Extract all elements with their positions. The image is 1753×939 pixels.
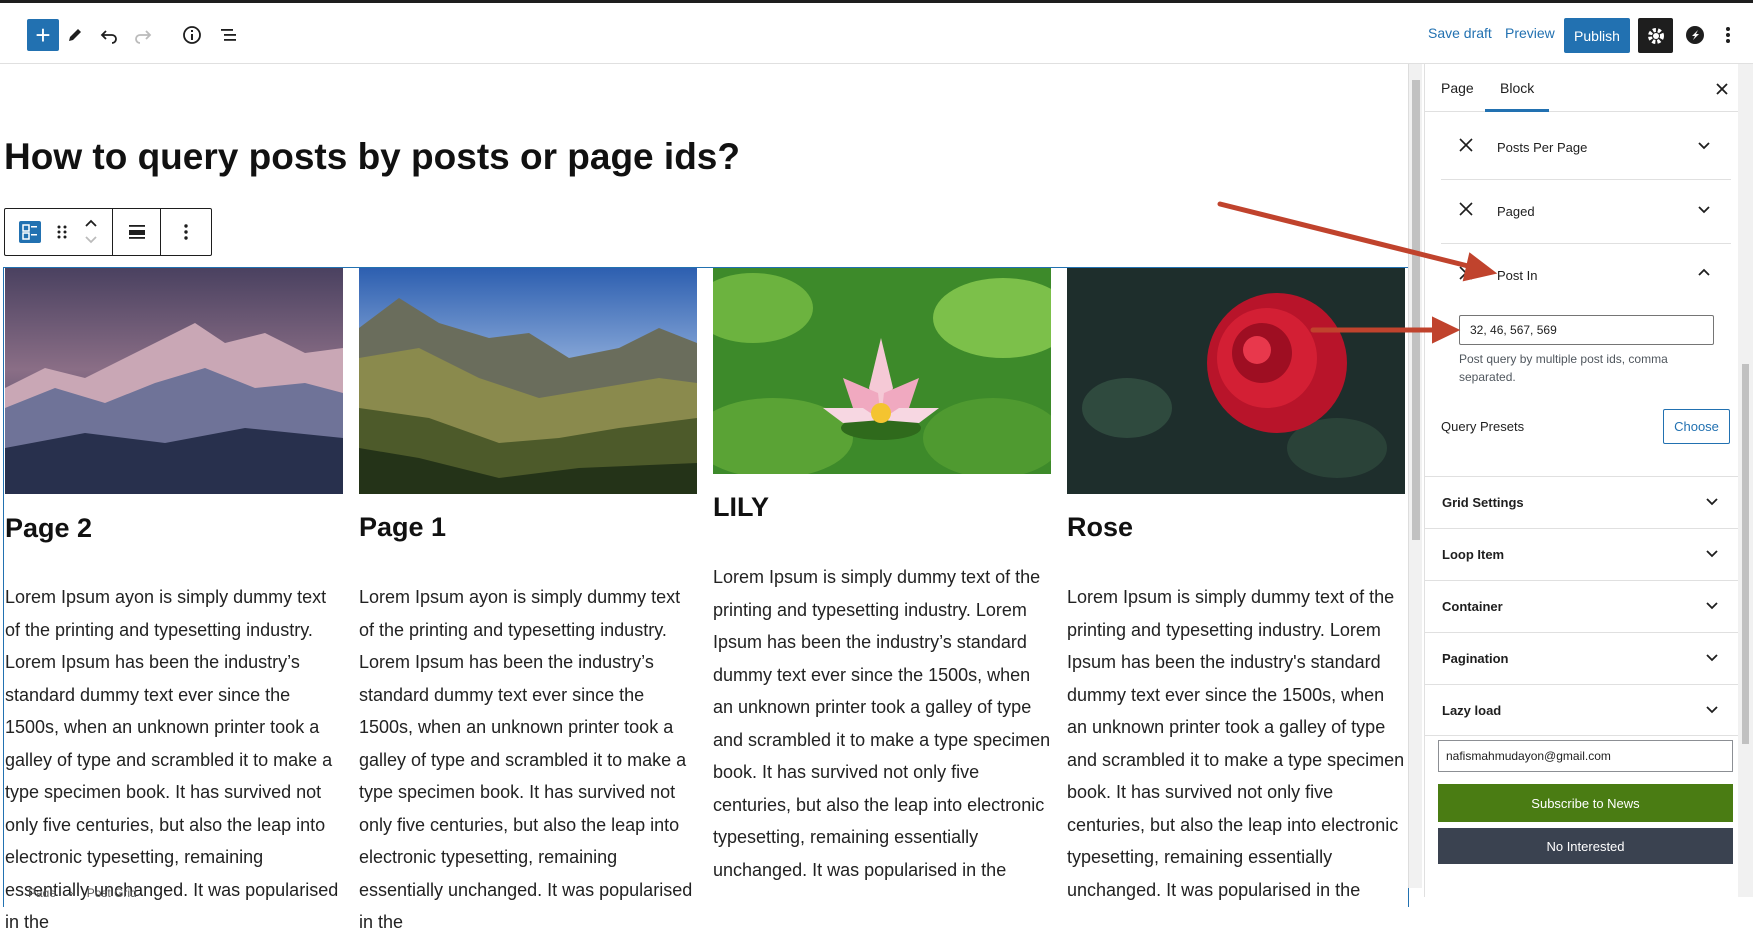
scrollbar-thumb[interactable] [1412, 80, 1420, 540]
chevron-down-icon[interactable] [1705, 650, 1719, 664]
add-block-button[interactable]: + [27, 19, 59, 51]
chevron-down-icon[interactable] [1697, 202, 1711, 216]
tab-page[interactable]: Page [1441, 80, 1474, 96]
chevron-down-icon[interactable] [1705, 702, 1719, 716]
sidebar-tabs: Page Block [1425, 64, 1753, 112]
block-toolbar [4, 208, 212, 256]
scrollbar-thumb[interactable] [1742, 364, 1749, 744]
post-excerpt: Lorem Ipsum is simply dummy text of the … [713, 567, 1051, 880]
remove-icon[interactable] [1457, 136, 1475, 154]
panel-grid-settings[interactable]: Grid Settings [1425, 476, 1739, 528]
query-arg-paged[interactable]: Paged [1441, 180, 1731, 244]
align-wide-icon [128, 225, 145, 239]
query-arg-post-in[interactable]: Post In [1441, 244, 1731, 308]
post-card: Rose Lorem Ipsum is simply dummy text of… [1067, 268, 1405, 900]
post-thumbnail[interactable] [359, 268, 697, 494]
remove-icon[interactable] [1457, 264, 1475, 282]
settings-gear-button[interactable] [1638, 18, 1673, 53]
chevron-down-icon[interactable] [1705, 598, 1719, 612]
publish-button[interactable]: Publish [1564, 18, 1630, 53]
gear-icon [1647, 27, 1664, 44]
info-icon[interactable] [176, 19, 208, 51]
post-thumbnail[interactable] [1067, 268, 1405, 494]
post-grid-block-icon[interactable] [18, 221, 41, 243]
close-icon[interactable] [1715, 82, 1729, 96]
breadcrumb-separator: › [69, 886, 74, 897]
breadcrumb-item-post-grid[interactable]: Post Grid [87, 886, 137, 897]
choose-preset-button[interactable]: Choose [1663, 409, 1730, 444]
post-in-help-text: Post query by multiple post ids, comma s… [1459, 352, 1668, 384]
block-type-group [5, 209, 113, 255]
email-field[interactable]: nafismahmudayon@gmail.com [1438, 740, 1733, 772]
post-excerpt: Lorem Ipsum ayon is simply dummy text of… [5, 587, 339, 932]
editor-top-bar: + Save draft Preview Publish [0, 0, 1753, 64]
undo-icon[interactable] [93, 19, 125, 51]
panel-title: Loop Item [1442, 547, 1505, 562]
drag-handle-icon[interactable] [56, 223, 68, 241]
panel-pagination[interactable]: Pagination [1425, 632, 1739, 684]
query-arg-label: Posts Per Page [1497, 140, 1588, 155]
panel-lazy-load[interactable]: Lazy load [1425, 684, 1739, 736]
post-thumbnail[interactable] [713, 268, 1051, 474]
post-card: Page 1 Lorem Ipsum ayon is simply dummy … [359, 268, 697, 932]
pencil-icon[interactable] [59, 19, 91, 51]
panel-title: Lazy load [1442, 703, 1502, 718]
post-grid[interactable]: Page 2 Lorem Ipsum ayon is simply dummy … [3, 267, 1409, 932]
page-title[interactable]: How to query posts by posts or page ids? [4, 136, 740, 178]
post-thumbnail[interactable] [5, 268, 343, 494]
active-tab-indicator [1485, 109, 1549, 112]
query-arg-label: Post In [1497, 268, 1538, 283]
post-excerpt: Lorem Ipsum is simply dummy text of the … [1067, 587, 1405, 900]
panel-container[interactable]: Container [1425, 580, 1739, 632]
post-title[interactable]: Rose [1067, 512, 1133, 543]
post-card: Page 2 Lorem Ipsum ayon is simply dummy … [5, 268, 343, 932]
chevron-up-icon[interactable] [1697, 266, 1711, 280]
list-view-icon[interactable] [213, 19, 245, 51]
remove-icon[interactable] [1457, 200, 1475, 218]
post-title[interactable]: Page 1 [359, 512, 446, 543]
block-options-button[interactable] [161, 209, 211, 255]
panel-title: Grid Settings [1442, 495, 1524, 510]
panel-title: Container [1442, 599, 1503, 614]
no-interest-button[interactable]: No Interested [1438, 828, 1733, 864]
canvas-scrollbar[interactable] [1408, 64, 1422, 888]
redo-icon[interactable] [127, 19, 159, 51]
post-excerpt: Lorem Ipsum ayon is simply dummy text of… [359, 587, 693, 932]
chevron-down-icon[interactable] [1705, 546, 1719, 560]
plugin-icon[interactable] [1679, 19, 1711, 51]
breadcrumb-item-page[interactable]: Page [28, 886, 56, 897]
query-presets-label: Query Presets [1441, 419, 1525, 434]
preview-button[interactable]: Preview [1505, 25, 1555, 41]
save-draft-button[interactable]: Save draft [1428, 25, 1492, 41]
subscribe-button[interactable]: Subscribe to News [1438, 784, 1733, 822]
post-card: LILY Lorem Ipsum is simply dummy text of… [713, 268, 1051, 880]
post-title[interactable]: Page 2 [5, 513, 92, 544]
post-title[interactable]: LILY [713, 492, 769, 523]
chevron-down-icon[interactable] [1705, 494, 1719, 508]
post-in-input[interactable]: 32, 46, 567, 569 [1459, 315, 1714, 345]
panel-loop-item[interactable]: Loop Item [1425, 528, 1739, 580]
query-arg-label: Paged [1497, 204, 1535, 219]
sidebar-scrollbar[interactable] [1738, 64, 1753, 897]
settings-sidebar: Page Block Posts Per Page Paged Post In … [1424, 64, 1753, 897]
panel-title: Pagination [1442, 651, 1509, 666]
more-options-icon[interactable] [1718, 19, 1738, 51]
chevron-down-icon[interactable] [1697, 138, 1711, 152]
vertical-dots-icon [184, 224, 188, 240]
breadcrumb: Page › Post Grid [0, 886, 1408, 897]
move-up-down-icon[interactable] [84, 217, 98, 247]
query-arg-posts-per-page[interactable]: Posts Per Page [1441, 116, 1731, 180]
align-button[interactable] [113, 209, 161, 255]
tab-block[interactable]: Block [1500, 80, 1534, 96]
